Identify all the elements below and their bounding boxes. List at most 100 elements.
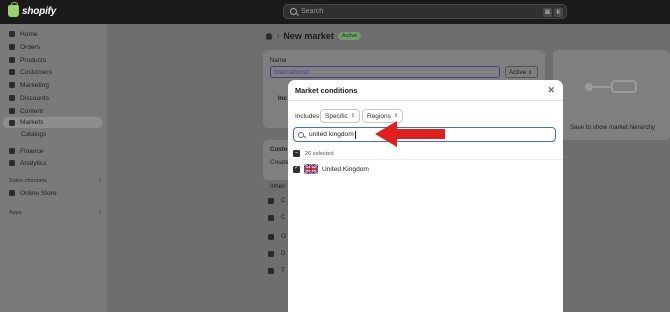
breadcrumb: › New market Active xyxy=(265,31,362,41)
catalog-icon xyxy=(268,198,274,204)
list-item-fragment: O xyxy=(281,233,286,240)
store-icon xyxy=(9,190,15,196)
sidebar-item-label: Home xyxy=(20,30,38,38)
specific-dropdown-label: Specific xyxy=(325,112,348,120)
catalog-icon xyxy=(268,215,274,221)
discount-icon xyxy=(9,95,15,101)
specific-dropdown[interactable]: Specific ⇕ xyxy=(320,109,360,123)
online-store-icon xyxy=(268,234,274,240)
inherit-fragment: Inheri xyxy=(270,183,286,190)
orders-icon xyxy=(9,44,15,50)
brand-name: shopify xyxy=(22,5,57,17)
content-icon xyxy=(9,108,15,114)
region-search-value: united kingdom xyxy=(309,131,354,138)
selected-count-row: − 26 selected xyxy=(293,150,334,157)
uk-flag-icon xyxy=(304,164,318,174)
create-fragment: Create xyxy=(270,159,289,166)
sidebar-item-label: Analytics xyxy=(20,159,47,167)
top-bar: shopify Search ⌘ K xyxy=(0,0,670,24)
shopify-logo[interactable]: shopify xyxy=(8,2,57,17)
chart-icon xyxy=(9,160,15,166)
breadcrumb-separator: › xyxy=(277,32,280,40)
customize-fragment: Custo xyxy=(270,146,288,153)
name-label: Name xyxy=(270,57,287,64)
sidebar-item-discounts[interactable]: Discounts xyxy=(9,93,49,103)
list-item-fragment: D xyxy=(281,250,286,257)
sidebar-item-label: Finance xyxy=(20,147,44,155)
select-all-checkbox[interactable]: − xyxy=(293,150,300,157)
globe-icon xyxy=(9,119,15,126)
hierarchy-node-dot xyxy=(585,83,593,91)
sidebar-subitem-catalogs[interactable]: Catalogs xyxy=(21,131,46,138)
domain-icon xyxy=(268,251,274,257)
market-conditions-modal: Market conditions ✕ Includes Specific ⇕ … xyxy=(288,80,563,312)
sidebar-item-customers[interactable]: Customers xyxy=(9,67,52,77)
list-item-fragment: T xyxy=(281,267,285,274)
person-icon xyxy=(9,69,15,75)
tag-icon xyxy=(9,57,15,63)
region-search-input[interactable]: united kingdom xyxy=(293,127,556,142)
divider xyxy=(288,159,563,160)
apps-section[interactable]: Apps › xyxy=(9,209,101,216)
search-icon xyxy=(290,8,297,15)
search-placeholder: Search xyxy=(301,8,324,15)
hierarchy-hint: Save to show market hierarchy xyxy=(570,124,655,131)
list-item[interactable]: ✓ United Kingdom xyxy=(293,164,369,174)
status-select-value: Active xyxy=(509,69,527,76)
chevron-right-icon: › xyxy=(98,177,101,184)
sales-channels-label: Sales channels xyxy=(9,178,47,184)
chevron-right-icon: › xyxy=(98,209,101,216)
sidebar-item-label: Content xyxy=(20,107,44,115)
sidebar-item-marketing[interactable]: Marketing xyxy=(9,80,49,90)
hierarchy-node-pill xyxy=(611,80,637,93)
k-key-hint: K xyxy=(554,8,563,17)
market-name-field[interactable]: International xyxy=(270,66,500,78)
sidebar-item-label: Marketing xyxy=(20,81,49,89)
search-icon xyxy=(298,131,304,138)
updown-chevron-icon: ⇕ xyxy=(350,112,355,119)
sidebar-item-finance[interactable]: Finance xyxy=(9,146,43,156)
sidebar-item-label: Products xyxy=(20,56,47,64)
regions-dropdown[interactable]: Regions ⇕ xyxy=(362,109,404,123)
united-kingdom-checkbox[interactable]: ✓ xyxy=(293,165,300,173)
status-badge: Active xyxy=(337,32,362,40)
list-item-fragment: C xyxy=(281,214,286,221)
updown-chevron-icon: ⇕ xyxy=(527,70,533,76)
global-search-input[interactable]: Search ⌘ K xyxy=(283,4,567,19)
sidebar-item-products[interactable]: Products xyxy=(9,55,46,65)
home-icon xyxy=(9,31,15,37)
sidebar-item-label: Customers xyxy=(20,68,52,76)
updown-chevron-icon: ⇕ xyxy=(393,112,399,119)
selected-count: 26 selected xyxy=(305,150,334,157)
megaphone-icon xyxy=(9,82,15,88)
tax-icon xyxy=(268,268,274,274)
close-icon[interactable]: ✕ xyxy=(547,85,555,96)
shopify-bag-icon xyxy=(8,2,19,17)
sidebar-item-markets[interactable]: Markets xyxy=(3,117,102,128)
list-item-fragment: C xyxy=(281,197,286,204)
bank-icon xyxy=(9,148,15,154)
sidebar-item-label: Markets xyxy=(20,119,44,126)
market-status-select[interactable]: Active ⇕ xyxy=(505,66,538,78)
modal-header: Market conditions ✕ xyxy=(288,80,563,101)
sidebar-item-label: Online Store xyxy=(20,189,57,197)
modal-title: Market conditions xyxy=(295,85,358,95)
sidebar-item-home[interactable]: Home xyxy=(9,29,38,39)
markets-icon[interactable] xyxy=(265,32,273,40)
sidebar-item-online-store[interactable]: Online Store xyxy=(9,188,57,198)
sidebar-item-analytics[interactable]: Analytics xyxy=(9,158,46,168)
hierarchy-connector xyxy=(592,86,612,88)
sidebar-item-orders[interactable]: Orders xyxy=(9,42,40,52)
page-title: New market xyxy=(283,31,334,41)
includes-fragment: Inc xyxy=(278,95,287,102)
sales-channels-section[interactable]: Sales channels › xyxy=(9,177,101,184)
sidebar-item-label: Discounts xyxy=(20,94,49,102)
sidebar-item-label: Orders xyxy=(20,43,41,51)
sidebar: Home Orders Products Customers Marketing… xyxy=(0,24,107,312)
includes-label: Includes xyxy=(295,113,320,120)
command-key-hint: ⌘ xyxy=(543,8,552,17)
sidebar-item-content[interactable]: Content xyxy=(9,106,43,116)
text-cursor xyxy=(354,130,356,139)
regions-dropdown-label: Regions xyxy=(367,112,391,120)
apps-label: Apps xyxy=(9,210,22,216)
